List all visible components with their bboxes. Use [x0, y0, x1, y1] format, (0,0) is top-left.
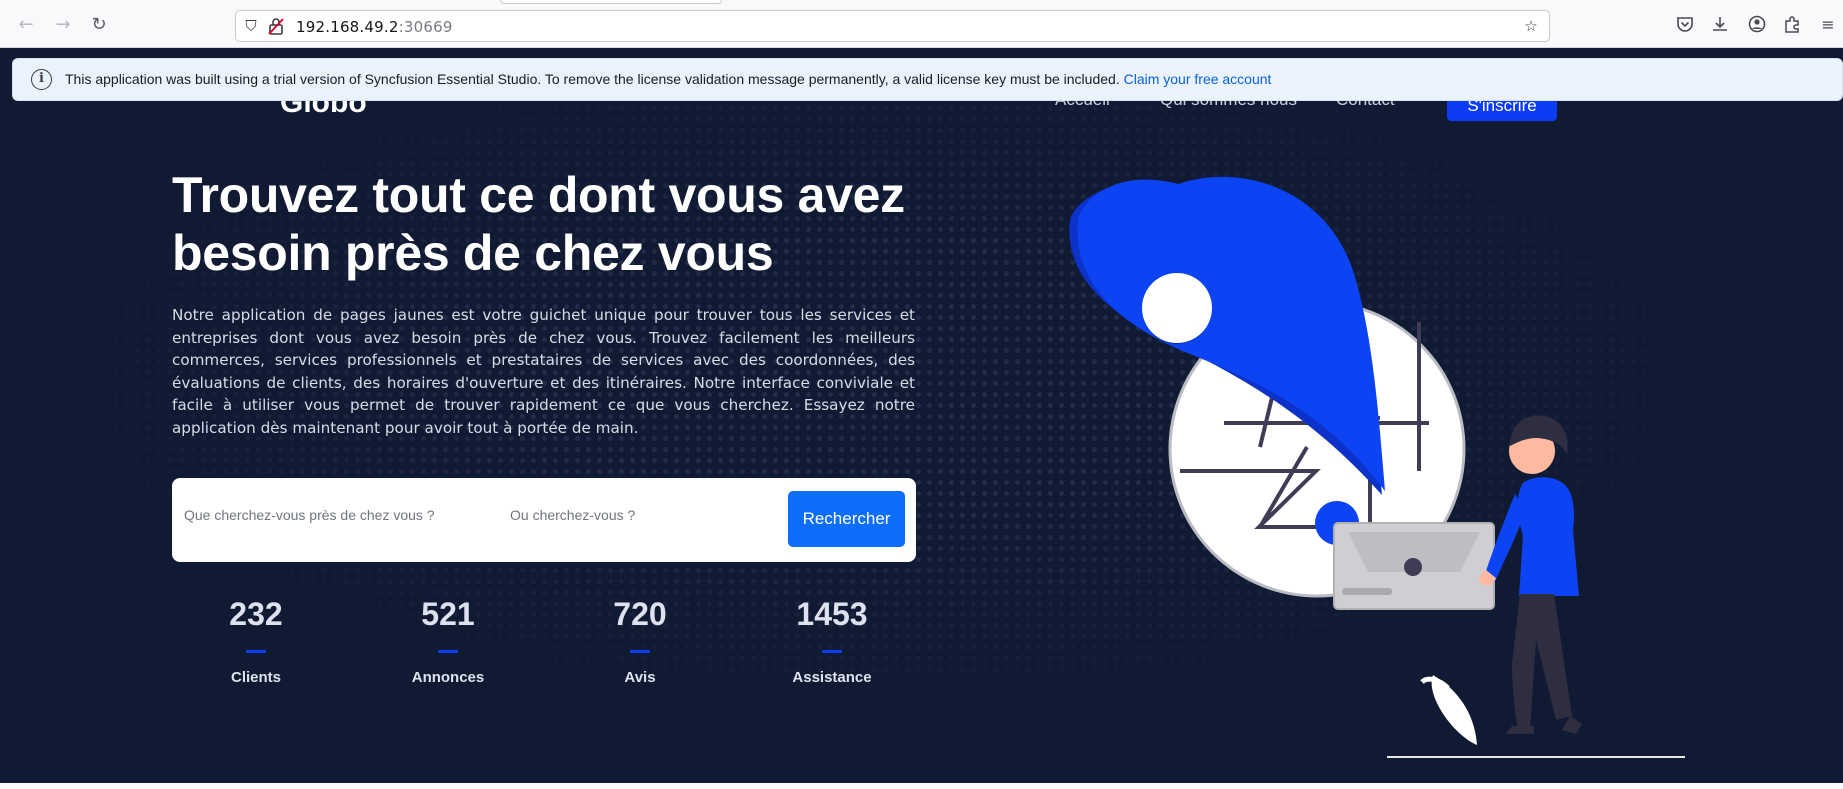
url-text: 192.168.49.2:30669: [296, 18, 453, 36]
laptop-icon: [1333, 522, 1495, 610]
account-icon[interactable]: [1747, 15, 1767, 35]
stat-assistance: 1453 Assistance: [752, 596, 912, 686]
stat-label: Annonces: [411, 669, 485, 686]
browser-toolbar: ← → ↻ ⛉ 192.168.49.2:30669 ☆ ≡: [0, 0, 1843, 48]
stat-label: Avis: [624, 669, 656, 686]
pocket-icon[interactable]: [1675, 15, 1695, 35]
hero-title: Trouvez tout ce dont vous avez besoin pr…: [172, 167, 905, 281]
active-tab-edge[interactable]: [500, 0, 722, 4]
insecure-lock-icon[interactable]: [267, 17, 285, 35]
stat-value: 720: [613, 596, 667, 632]
stat-value: 521: [421, 596, 475, 632]
search-button[interactable]: Rechercher: [788, 491, 905, 547]
back-icon[interactable]: ←: [15, 14, 37, 36]
star-icon[interactable]: ☆: [1522, 17, 1540, 35]
hero-section: Globo Accueil Qui sommes nous Contact S'…: [0, 48, 1843, 783]
stat-avis: 720 Avis: [560, 596, 720, 686]
search-what-input[interactable]: [184, 500, 494, 530]
reload-icon[interactable]: ↻: [88, 14, 110, 36]
map-pin-person-illustration: [1069, 176, 1685, 758]
leaf-plant-icon: [1420, 675, 1477, 745]
page-bottom-edge: [0, 783, 1843, 789]
search-box: Rechercher: [172, 478, 916, 562]
license-message-text: This application was built using a trial…: [65, 71, 1120, 87]
stat-underline: [246, 650, 266, 653]
license-banner: i This application was built using a tri…: [12, 58, 1843, 101]
license-message: This application was built using a trial…: [65, 71, 1271, 87]
stat-value: 1453: [796, 596, 868, 632]
url-host: 192.168.49.2: [296, 18, 399, 36]
download-icon[interactable]: [1710, 15, 1730, 35]
search-where-input[interactable]: [510, 500, 770, 530]
stat-annonces: 521 Annonces: [368, 596, 528, 686]
shield-icon[interactable]: ⛉: [242, 17, 260, 35]
stat-clients: 232 Clients: [176, 596, 336, 686]
person-figure: [1479, 415, 1582, 734]
stat-underline: [438, 650, 458, 653]
url-port: :30669: [398, 18, 453, 36]
hero-description: Notre application de pages jaunes est vo…: [172, 306, 915, 437]
forward-icon[interactable]: →: [52, 14, 74, 36]
stat-underline: [630, 650, 650, 653]
stat-value: 232: [229, 596, 283, 632]
address-bar[interactable]: ⛉ 192.168.49.2:30669 ☆: [235, 10, 1550, 42]
stat-label: Assistance: [792, 669, 872, 686]
stat-label: Clients: [230, 669, 281, 686]
claim-account-link[interactable]: Claim your free account: [1124, 71, 1272, 87]
stat-underline: [822, 650, 842, 653]
menu-icon[interactable]: ≡: [1818, 15, 1838, 35]
extensions-icon[interactable]: [1782, 15, 1802, 35]
info-icon: i: [31, 69, 52, 90]
